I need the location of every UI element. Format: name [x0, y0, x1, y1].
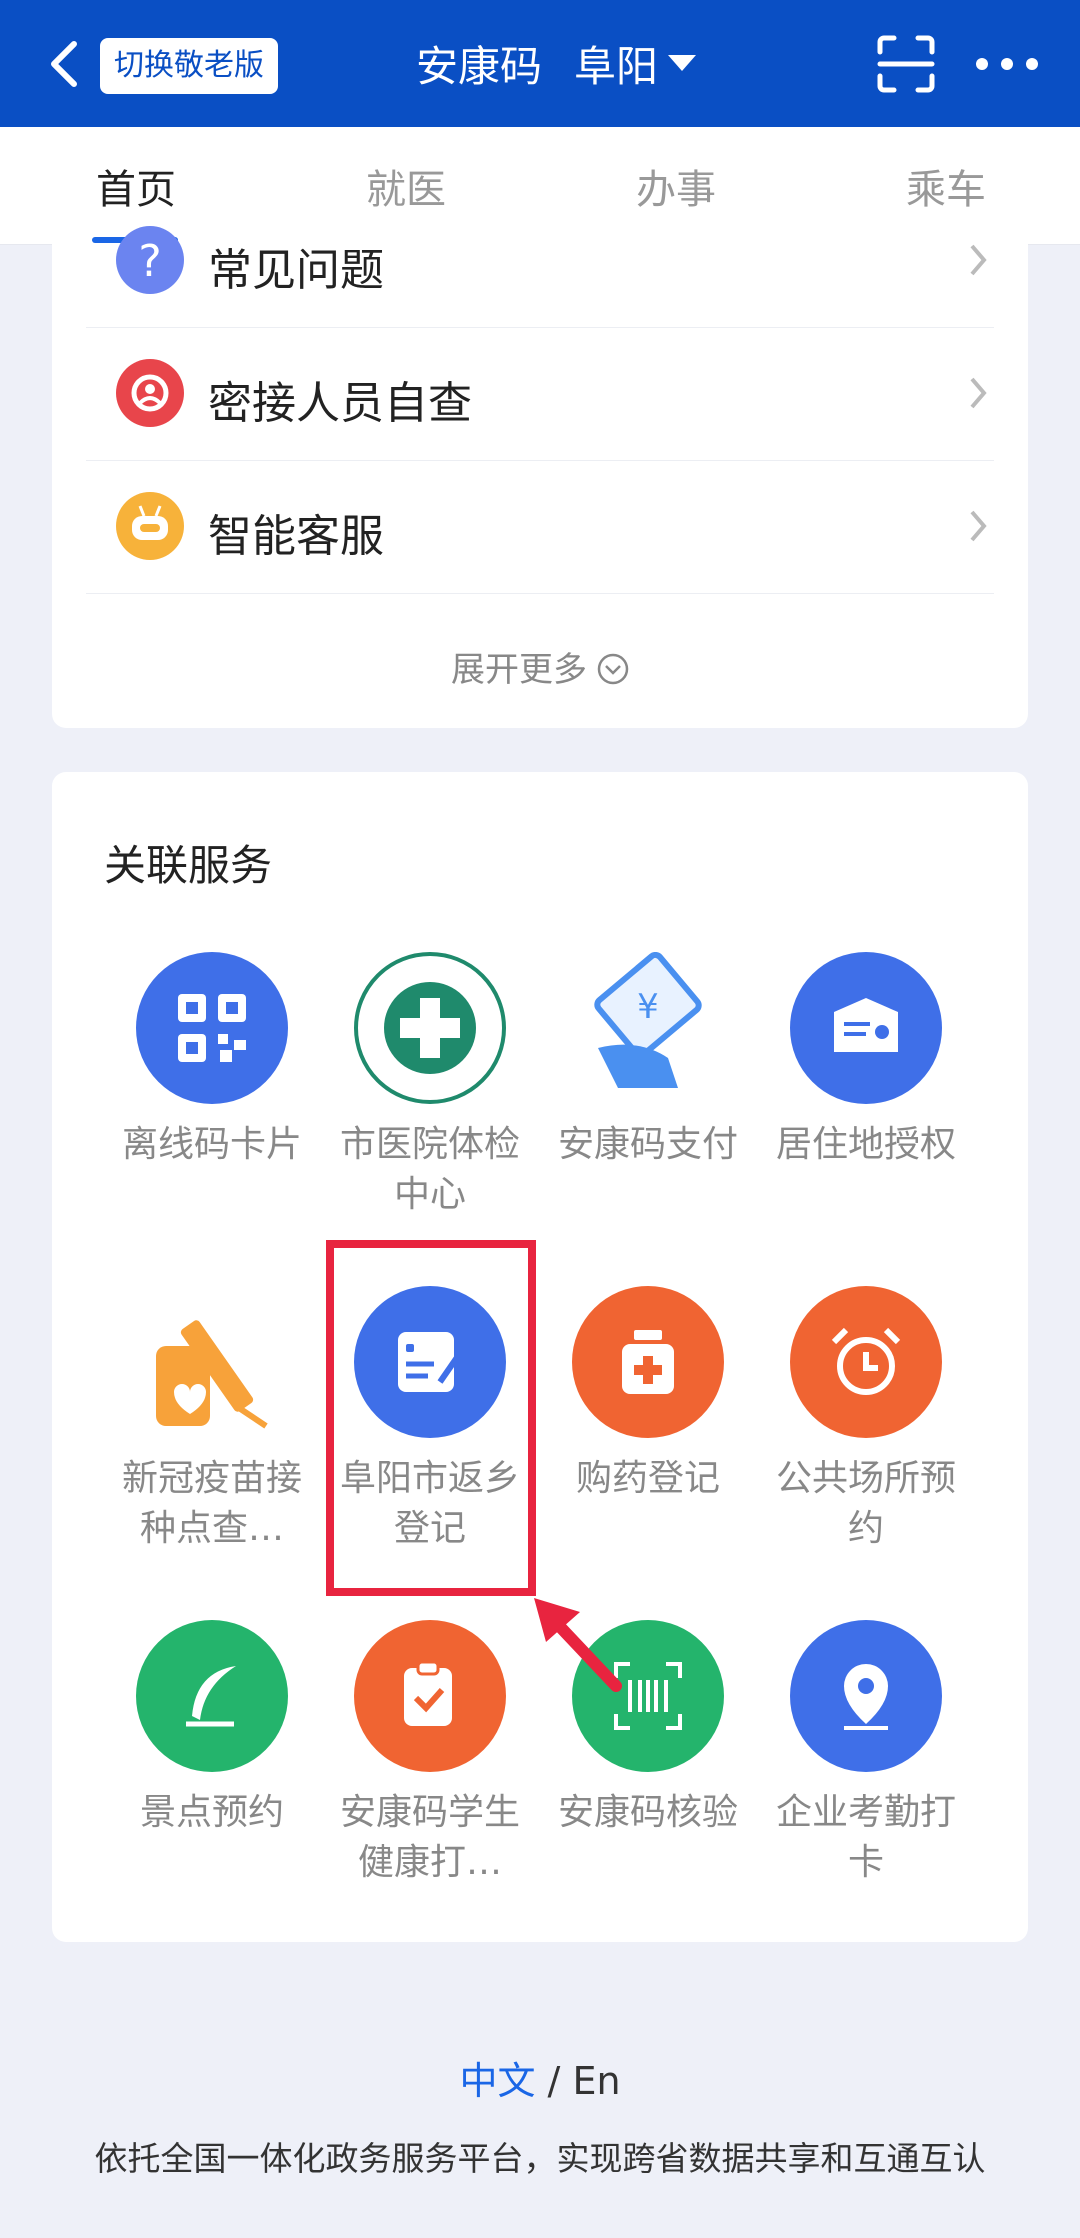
- list-item-smart-service[interactable]: 智能客服: [86, 460, 994, 594]
- chevron-right-icon: [970, 510, 987, 542]
- service-public-place-booking[interactable]: 公共场所预约: [766, 1286, 966, 1554]
- expand-more-label: 展开更多: [451, 650, 587, 690]
- service-medicine-registration[interactable]: 购药登记: [548, 1286, 748, 1504]
- svg-text:?: ?: [138, 236, 161, 287]
- chevron-left-icon[interactable]: [44, 38, 84, 90]
- chevron-down-circle-icon: [597, 653, 629, 685]
- lang-en-link[interactable]: En: [572, 2059, 620, 2103]
- elder-mode-button[interactable]: 切换敬老版: [100, 38, 278, 94]
- page-title: 安康码: [416, 41, 543, 91]
- question-icon: ?: [116, 226, 184, 294]
- list-item-label: 智能客服: [208, 511, 384, 562]
- list-item-label: 常见问题: [208, 245, 384, 296]
- list-item-contact-check[interactable]: 密接人员自查: [86, 327, 994, 461]
- quick-list-card: ? 常见问题 密接人员自查 智能客服 展开更多: [52, 226, 1028, 728]
- pointer-arrow-icon: [534, 1598, 622, 1692]
- chevron-right-icon: [970, 377, 987, 409]
- service-hospital-checkup[interactable]: 市医院体检中心: [330, 952, 530, 1220]
- city-label: 阜阳: [574, 41, 659, 91]
- service-label: 安康码核验: [557, 1792, 738, 1833]
- service-vaccine-lookup[interactable]: 新冠疫苗接种点查…: [112, 1286, 312, 1554]
- city-selector[interactable]: 阜阳: [574, 33, 697, 94]
- clipboard-check-icon: [354, 1620, 506, 1772]
- service-label: 居住地授权: [775, 1124, 956, 1165]
- hospital-logo-icon: [354, 952, 506, 1104]
- service-scenic-booking[interactable]: 景点预约: [112, 1620, 312, 1838]
- related-services-card: 关联服务 离线码卡片 市医院体检中心 ¥ 安康码支付 居住地授权 新冠疫苗接种点…: [52, 772, 1028, 1942]
- footer-description: 依托全国一体化政务服务平台，实现跨省数据共享和互通互认: [94, 2139, 986, 2178]
- highlight-box: [326, 1240, 536, 1596]
- robot-icon: [116, 492, 184, 560]
- service-label: 离线码卡片: [121, 1124, 302, 1165]
- service-label: 景点预约: [139, 1792, 284, 1833]
- service-label: 企业考勤打卡: [775, 1792, 956, 1883]
- medicine-bottle-icon: [572, 1286, 724, 1438]
- list-item-label: 密接人员自查: [208, 378, 472, 429]
- service-attendance-clockin[interactable]: 企业考勤打卡: [766, 1620, 966, 1888]
- service-label: 新冠疫苗接种点查…: [121, 1458, 302, 1549]
- service-residence-auth[interactable]: 居住地授权: [766, 952, 966, 1170]
- caret-down-icon: [668, 55, 697, 71]
- vaccine-icon: [136, 1286, 288, 1438]
- header-title-group: 安康码 阜阳: [416, 30, 697, 96]
- service-student-health[interactable]: 安康码学生健康打…: [330, 1620, 530, 1888]
- list-item-faq[interactable]: ? 常见问题: [86, 194, 994, 328]
- location-pin-icon: [790, 1620, 942, 1772]
- svg-text:¥: ¥: [637, 987, 659, 1027]
- section-title: 关联服务: [104, 841, 273, 890]
- residence-certificate-icon: [790, 952, 942, 1104]
- lang-separator: /: [547, 2059, 561, 2103]
- service-offline-card[interactable]: 离线码卡片: [112, 952, 312, 1170]
- payment-icon: ¥: [572, 952, 724, 1104]
- alarm-clock-icon: [790, 1286, 942, 1438]
- language-switch: 中文 / En: [0, 2050, 1080, 2105]
- feather-icon: [136, 1620, 288, 1772]
- service-label: 公共场所预约: [775, 1458, 956, 1549]
- chevron-right-icon: [970, 244, 987, 276]
- lang-zh-link[interactable]: 中文: [459, 2059, 535, 2103]
- service-ankang-pay[interactable]: ¥ 安康码支付: [548, 952, 748, 1170]
- service-label: 市医院体检中心: [339, 1124, 520, 1215]
- app-header: 切换敬老版 安康码 阜阳: [0, 0, 1080, 127]
- more-dots-icon[interactable]: [972, 52, 1042, 76]
- scan-icon[interactable]: [876, 34, 936, 94]
- qr-code-icon: [136, 952, 288, 1104]
- service-label: 安康码支付: [557, 1124, 738, 1165]
- service-label: 安康码学生健康打…: [339, 1792, 520, 1883]
- service-label: 购药登记: [575, 1458, 720, 1499]
- contact-check-icon: [116, 359, 184, 427]
- expand-more-button[interactable]: 展开更多: [52, 642, 1028, 691]
